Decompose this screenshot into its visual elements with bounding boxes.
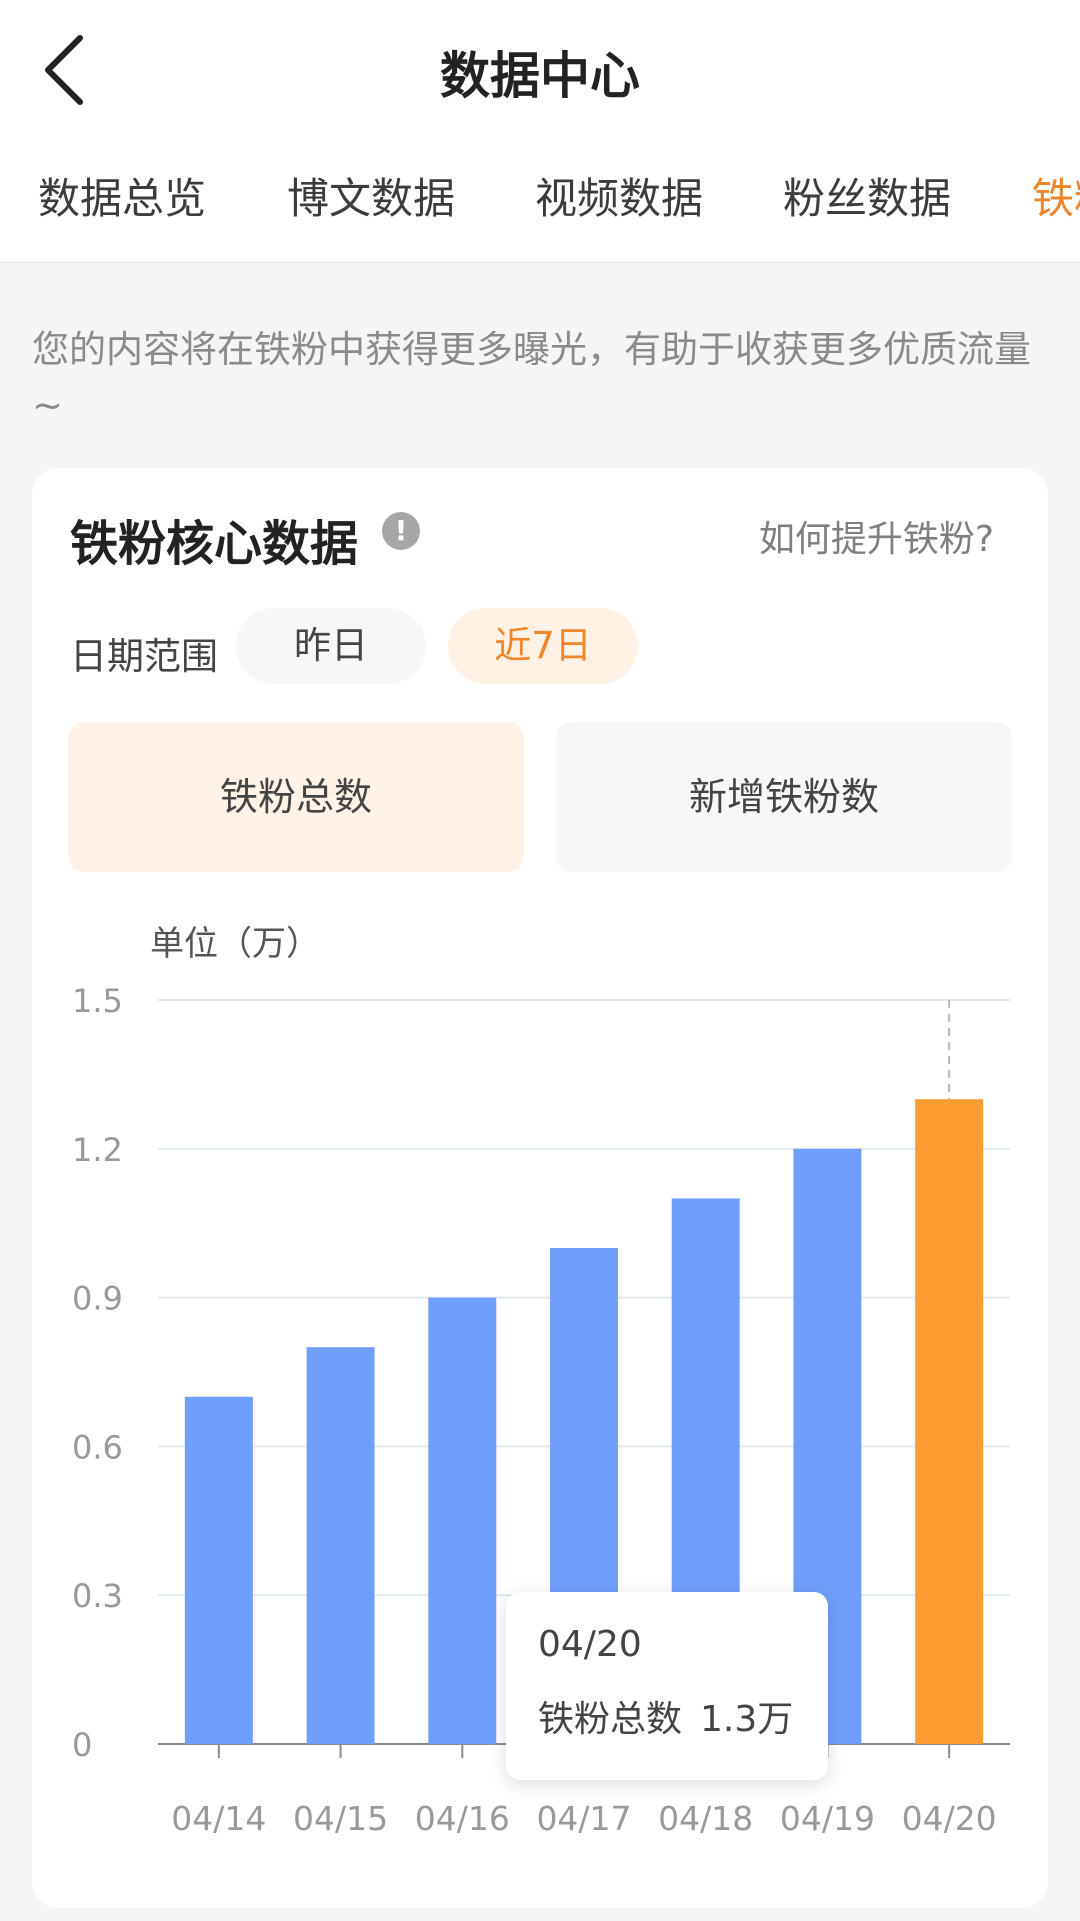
chart-tooltip: 04/20 铁粉总数 1.3万	[506, 1592, 828, 1780]
card-title: 铁粉核心数据	[70, 516, 359, 572]
hint-text: 您的内容将在铁粉中获得更多曝光，有助于收获更多优质流量~	[32, 328, 1031, 427]
y-tick-label: 0.9	[72, 1280, 123, 1318]
tooltip-value-line: 铁粉总数 1.3万	[538, 1690, 811, 1742]
y-tick-label: 0	[72, 1726, 92, 1764]
bar-04-20	[915, 1099, 984, 1744]
y-tick-label: 1.2	[72, 1131, 123, 1169]
y-tick-label: 1.5	[72, 982, 123, 1020]
bar-04-16	[428, 1297, 497, 1744]
tab-bar: 数据总览 博文数据 视频数据 粉丝数据 铁粉数据	[0, 165, 1080, 235]
y-tick-label: 0.3	[72, 1577, 123, 1615]
tooltip-label: 铁粉总数	[538, 1699, 683, 1740]
top-bar: 数据中心 数据总览 博文数据 视频数据 粉丝数据 铁粉数据	[0, 0, 1080, 263]
metric-new-iron-fans[interactable]: 新增铁粉数	[556, 722, 1012, 872]
unit-label: 单位（万）	[150, 924, 320, 964]
metric-total-iron-fans[interactable]: 铁粉总数	[68, 722, 524, 872]
how-to-improve-link[interactable]: 如何提升铁粉?	[759, 510, 994, 562]
y-tick-label: 0.6	[72, 1428, 123, 1466]
x-tick-label: 04/16	[415, 1799, 510, 1838]
tab-fans-data[interactable]: 粉丝数据	[783, 165, 951, 226]
tab-video-data[interactable]: 视频数据	[535, 165, 703, 226]
x-tick-label: 04/15	[293, 1799, 388, 1838]
x-tick-label: 04/20	[902, 1799, 997, 1838]
tab-overview[interactable]: 数据总览	[38, 165, 206, 226]
x-tick-label: 04/14	[171, 1799, 266, 1838]
x-tick-label: 04/18	[658, 1799, 753, 1838]
tooltip-value: 1.3万	[700, 1699, 794, 1740]
x-tick-label: 04/17	[536, 1799, 631, 1838]
date-option-yesterday[interactable]: 昨日	[236, 608, 426, 684]
iron-fans-card: 0 0.3 0.6 0.9 1.2 1.5 04/14 04/15 04/16 04/17 04/1…	[32, 468, 1048, 1908]
page-title: 数据中心	[440, 47, 640, 105]
date-range-label: 日期范围	[70, 635, 218, 678]
info-icon[interactable]: !	[382, 512, 420, 550]
bar-04-15	[306, 1347, 375, 1744]
date-option-last-7-days[interactable]: 近7日	[448, 608, 638, 684]
tab-blog-data[interactable]: 博文数据	[287, 165, 455, 226]
x-tick-label: 04/19	[780, 1799, 875, 1838]
tooltip-date: 04/20	[538, 1624, 642, 1665]
tab-iron-fans-data[interactable]: 铁粉数据	[1032, 165, 1080, 226]
bar-04-14	[184, 1396, 253, 1744]
